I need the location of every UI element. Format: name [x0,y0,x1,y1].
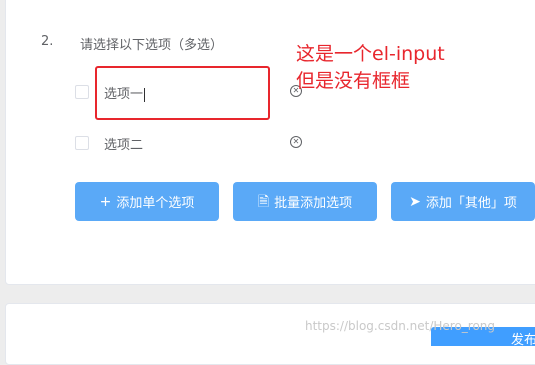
document-add-icon: 🗎 [257,193,270,210]
circle-x-icon[interactable]: ✕ [290,136,302,148]
annotation-line-1: 这是一个el-input [296,43,445,65]
batch-add-options-button[interactable]: 🗎 批量添加选项 [233,182,377,221]
plus-icon: + [99,193,112,210]
annotation-text: 这是一个el-input 但是没有框框 [296,41,445,95]
question-title: 请选择以下选项（多选） [80,38,224,53]
watermark: https://blog.csdn.net/Hero_rong [305,319,496,333]
add-single-option-button[interactable]: + 添加单个选项 [75,182,219,221]
option-checkbox[interactable] [75,136,89,150]
option-checkbox[interactable] [75,85,89,99]
add-other-option-button[interactable]: ➤ 添加「其他」项 [391,182,535,221]
annotation-line-2: 但是没有框框 [296,70,411,92]
button-label: 添加单个选项 [116,196,195,211]
button-label: 批量添加选项 [274,196,353,211]
send-icon: ➤ [409,193,421,210]
option-row-2: 选项二 ✕ [75,133,315,155]
button-label: 添加「其他」项 [425,196,517,211]
option-input[interactable]: 选项二 [104,134,143,153]
annotation-highlight-box [95,66,270,120]
question-number: 2. [41,34,54,49]
